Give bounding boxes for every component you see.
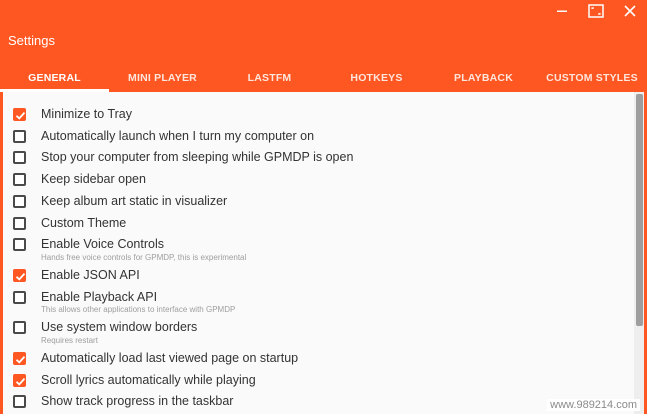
checkbox-unchecked[interactable] xyxy=(13,290,26,304)
checkbox-unchecked[interactable] xyxy=(13,173,26,187)
checkbox-checked[interactable] xyxy=(13,268,26,282)
checkbox-unchecked[interactable] xyxy=(13,395,26,409)
checkbox-checked[interactable] xyxy=(13,373,26,387)
settings-list: Minimize to Tray Automatically launch whe… xyxy=(3,104,633,413)
minimize-icon xyxy=(557,10,567,12)
scrollbar[interactable] xyxy=(634,92,644,414)
option-text: Enable JSON API xyxy=(41,265,140,287)
option-text: Custom Theme xyxy=(41,213,126,235)
checkbox-checked[interactable] xyxy=(13,108,26,121)
option-description: Hands free voice controls for GPMDP, thi… xyxy=(41,252,247,262)
option-label: Keep album art static in visualizer xyxy=(41,193,228,208)
check-icon xyxy=(15,111,26,120)
setting-option[interactable]: Automatically load last viewed page on s… xyxy=(3,348,633,370)
checkbox-unchecked[interactable] xyxy=(13,321,26,335)
checkbox-unchecked[interactable] xyxy=(13,151,26,165)
option-label: Scroll lyrics automatically while playin… xyxy=(41,372,256,387)
watermark: www.989214.com xyxy=(547,399,640,411)
window-controls xyxy=(545,0,647,24)
title-bar: Settings GENERAL MINI PLAYER LASTFM HOTK… xyxy=(0,0,647,92)
maximize-icon xyxy=(588,4,604,18)
tab-playback[interactable]: PLAYBACK xyxy=(430,64,537,92)
close-button[interactable] xyxy=(613,0,647,22)
option-label: Automatically launch when I turn my comp… xyxy=(41,128,315,143)
option-label: Enable JSON API xyxy=(41,267,140,282)
setting-option[interactable]: Keep sidebar open xyxy=(3,169,633,191)
setting-option[interactable]: Enable Playback API This allows other app… xyxy=(3,287,633,318)
option-label: Automatically load last viewed page on s… xyxy=(41,351,299,366)
tab-mini-player[interactable]: MINI PLAYER xyxy=(109,64,216,92)
check-icon xyxy=(15,377,26,386)
setting-option[interactable]: Scroll lyrics automatically while playin… xyxy=(3,370,633,392)
option-text: Minimize to Tray xyxy=(41,104,132,126)
tab-custom-styles[interactable]: CUSTOM STYLES xyxy=(537,64,647,92)
tab-lastfm[interactable]: LASTFM xyxy=(216,64,323,92)
option-description: This allows other applications to interf… xyxy=(41,305,236,315)
setting-option[interactable]: Stop your computer from sleeping while G… xyxy=(3,147,633,169)
option-text: Show track progress in the taskbar xyxy=(41,391,233,413)
tab-bar: GENERAL MINI PLAYER LASTFM HOTKEYS PLAYB… xyxy=(0,64,647,92)
option-text: Scroll lyrics automatically while playin… xyxy=(41,370,256,392)
tab-hotkeys[interactable]: HOTKEYS xyxy=(323,64,430,92)
option-label: Stop your computer from sleeping while G… xyxy=(41,150,354,165)
tab-general[interactable]: GENERAL xyxy=(0,64,109,92)
setting-option[interactable]: Automatically launch when I turn my comp… xyxy=(3,126,633,148)
option-label: Minimize to Tray xyxy=(41,107,132,121)
setting-option[interactable]: Keep album art static in visualizer xyxy=(3,191,633,213)
option-label: Keep sidebar open xyxy=(41,172,146,187)
checkbox-unchecked[interactable] xyxy=(13,194,26,208)
settings-panel: Minimize to Tray Automatically launch whe… xyxy=(3,92,644,414)
checkbox-unchecked[interactable] xyxy=(13,129,26,143)
minimize-button[interactable] xyxy=(545,0,579,22)
window-title: Settings xyxy=(8,33,55,48)
option-text: Automatically launch when I turn my comp… xyxy=(41,126,314,148)
setting-option[interactable]: Use system window borders Requires restar… xyxy=(3,317,633,348)
option-label: Show track progress in the taskbar xyxy=(41,394,234,409)
check-icon xyxy=(15,356,26,364)
setting-option[interactable]: Enable JSON API xyxy=(3,265,633,287)
check-icon xyxy=(15,272,26,281)
setting-option[interactable]: Minimize to Tray xyxy=(3,104,633,126)
checkbox-unchecked[interactable] xyxy=(13,216,26,230)
option-text: Enable Voice Controls Hands free voice co… xyxy=(41,234,246,265)
setting-option[interactable]: Enable Voice Controls Hands free voice co… xyxy=(3,234,633,265)
checkbox-unchecked[interactable] xyxy=(13,238,26,252)
checkbox-checked[interactable] xyxy=(13,352,26,366)
setting-option[interactable]: Show track progress in the taskbar xyxy=(3,391,633,413)
option-text: Use system window borders Requires restar… xyxy=(41,317,197,348)
option-label: Custom Theme xyxy=(41,215,127,230)
scrollbar-thumb[interactable] xyxy=(636,94,643,326)
option-text: Automatically load last viewed page on s… xyxy=(41,348,298,370)
option-text: Enable Playback API This allows other app… xyxy=(41,287,235,318)
option-text: Stop your computer from sleeping while G… xyxy=(41,147,353,169)
option-text: Keep album art static in visualizer xyxy=(41,191,227,213)
option-text: Keep sidebar open xyxy=(41,169,146,191)
close-icon xyxy=(624,5,636,17)
setting-option[interactable]: Custom Theme xyxy=(3,213,633,235)
maximize-button[interactable] xyxy=(579,0,613,22)
